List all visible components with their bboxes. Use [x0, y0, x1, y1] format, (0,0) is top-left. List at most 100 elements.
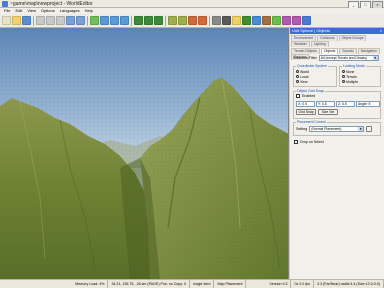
drop-on-select-label: Drop on Select — [300, 140, 324, 144]
size-set-button[interactable]: Size Set — [318, 109, 338, 115]
locking-mode-group: Locking Mode None Terrain Multiple — [339, 64, 381, 87]
object-panel: Unit Sphere | Objects × Environment Coll… — [290, 28, 384, 279]
placement-browse-button[interactable] — [366, 126, 373, 132]
object-icon[interactable] — [188, 16, 197, 25]
water-icon[interactable] — [252, 16, 261, 25]
brush-icon[interactable] — [292, 16, 301, 25]
title-bar: ~game\map\newproject - WorldEditor _ □ × — [0, 0, 384, 9]
brush-icon[interactable] — [282, 16, 291, 25]
grid-snap-button[interactable]: Grid Snap — [296, 109, 316, 115]
coord-view-label: View — [300, 79, 308, 84]
terrain-icon[interactable] — [168, 16, 177, 25]
placement-control-group: Placement Control Setting (Normal Placem… — [293, 120, 381, 136]
status-render-info: 3.3 (Far/Near) radial 4.4 (Size:12.0-0.0… — [314, 280, 384, 288]
tab-object-groups[interactable]: Object Groups — [338, 35, 367, 41]
play-icon[interactable] — [154, 16, 163, 25]
status-memory: Memory Load: 4% — [72, 280, 109, 288]
copy-icon[interactable] — [46, 16, 55, 25]
selection-filter-row: Selection Filter All (except Terrain and… — [293, 55, 383, 61]
tree-icon[interactable] — [242, 16, 251, 25]
select-icon[interactable] — [90, 16, 99, 25]
radio-indicator — [342, 75, 345, 78]
grid-snap-group: Object Grid Snap Enabled X: 0.5 Y: 0.5 Z… — [293, 89, 381, 119]
camera-icon[interactable] — [222, 16, 231, 25]
coord-world-label: World — [300, 69, 310, 74]
snap-angle-field[interactable]: Angle: 5 — [356, 101, 380, 107]
status-version: Version 9.3 — [267, 280, 292, 288]
setting-label: Setting — [296, 127, 308, 131]
terrain-render[interactable] — [0, 28, 289, 279]
status-bar: Memory Load: 4% 34.31, 135.75, -26 km (P… — [0, 279, 384, 288]
snap-y-field[interactable]: Y: 0.5 — [316, 101, 335, 107]
object-icon[interactable] — [198, 16, 207, 25]
coord-local-label: Local — [300, 74, 309, 79]
toolbar-separator — [33, 15, 34, 26]
status-selection: single Item — [190, 280, 215, 288]
tab-weather[interactable]: Weather — [291, 41, 310, 47]
cut-icon[interactable] — [36, 16, 45, 25]
radio-indicator — [296, 80, 299, 83]
snap-enabled-row[interactable]: Enabled — [296, 94, 315, 98]
placement-setting-dropdown[interactable]: (Normal Placement) ▼ — [309, 126, 365, 132]
grass-icon[interactable] — [272, 16, 281, 25]
grid-snap-title: Object Grid Snap — [296, 89, 325, 93]
lock-multiple-label: Multiple — [346, 79, 359, 84]
tab-sounds[interactable]: Sounds — [339, 48, 357, 54]
snap-x-field[interactable]: X: 0.5 — [296, 101, 315, 107]
radio-indicator — [342, 70, 345, 73]
toolbar-separator — [131, 15, 132, 26]
lock-terrain-label: Terrain — [346, 74, 357, 79]
tab-lighting[interactable]: Lighting — [310, 41, 329, 47]
move-icon[interactable] — [100, 16, 109, 25]
status-mode: Map Placement — [214, 280, 247, 288]
snap-z-field[interactable]: Z: 0.5 — [336, 101, 355, 107]
snap-enabled-checkbox[interactable] — [296, 94, 300, 98]
redo-icon[interactable] — [76, 16, 85, 25]
play-icon[interactable] — [144, 16, 153, 25]
locking-mode-title: Locking Mode — [342, 64, 366, 68]
paste-icon[interactable] — [56, 16, 65, 25]
light-icon[interactable] — [232, 16, 241, 25]
coordinate-system-title: Coordinate System — [296, 64, 328, 68]
drop-on-select-checkbox[interactable] — [294, 140, 298, 144]
chevron-down-icon: ▼ — [358, 127, 364, 131]
tab-navigation[interactable]: Navigation — [357, 48, 380, 54]
help-icon[interactable] — [302, 16, 311, 25]
drop-on-select-row[interactable]: Drop on Select — [294, 140, 324, 144]
selection-filter-dropdown[interactable]: All (except Terrain and Decals) ▼ — [318, 55, 379, 61]
selection-filter-label: Selection Filter — [293, 56, 317, 60]
open-icon[interactable] — [12, 16, 21, 25]
new-icon[interactable] — [2, 16, 11, 25]
undo-icon[interactable] — [66, 16, 75, 25]
placement-control-title: Placement Control — [296, 120, 327, 124]
toolbar — [0, 14, 384, 28]
coord-view-radio[interactable]: View — [296, 79, 309, 84]
rotate-icon[interactable] — [110, 16, 119, 25]
tab-objects[interactable]: Objects — [320, 48, 339, 54]
tab-row-1: Environment Collisions Object Groups Wea… — [290, 34, 384, 47]
lock-none-label: None — [346, 69, 355, 74]
play-icon[interactable] — [134, 16, 143, 25]
status-position: 34.31, 135.75, -26 km (PAGE) Pos: no Cop… — [108, 280, 191, 288]
terrain-viewport[interactable] — [0, 28, 289, 279]
selection-filter-value: All (except Terrain and Decals) — [320, 56, 367, 60]
snap-enabled-label: Enabled — [302, 94, 316, 98]
status-fps: 0x 2.0 fps — [291, 280, 315, 288]
toolbar-separator — [87, 15, 88, 26]
radio-indicator — [296, 70, 299, 73]
radio-indicator — [296, 75, 299, 78]
app-icon — [2, 1, 8, 7]
settings-icon[interactable] — [212, 16, 221, 25]
placement-setting-value: (Normal Placement) — [311, 127, 342, 131]
panel-title: Unit Sphere | Objects — [292, 28, 330, 33]
road-icon[interactable] — [262, 16, 271, 25]
lock-multiple-radio[interactable]: Multiple — [342, 79, 358, 84]
scale-icon[interactable] — [120, 16, 129, 25]
terrain-icon[interactable] — [178, 16, 187, 25]
radio-indicator — [342, 80, 345, 83]
chevron-down-icon: ▼ — [372, 56, 378, 60]
window-title: ~game\map\newproject - WorldEditor — [10, 1, 93, 7]
toolbar-separator — [209, 15, 210, 26]
toolbar-separator — [165, 15, 166, 26]
save-icon[interactable] — [22, 16, 31, 25]
